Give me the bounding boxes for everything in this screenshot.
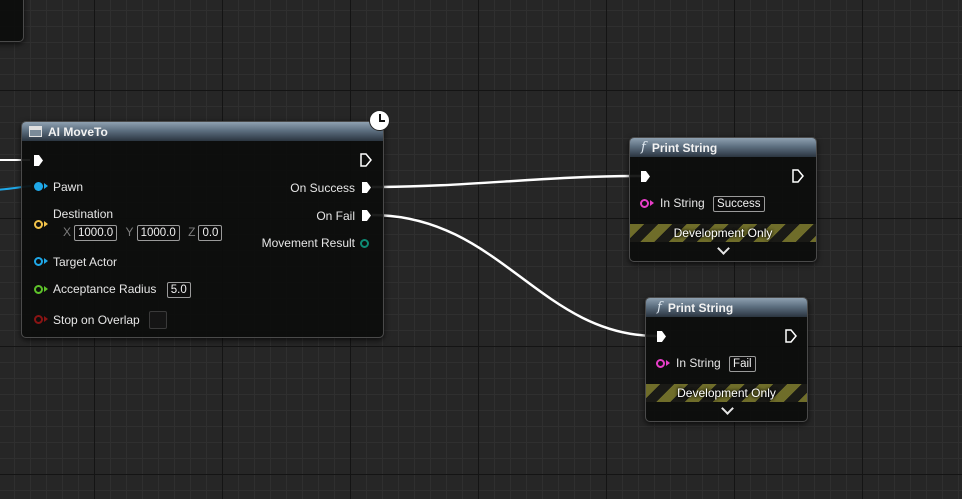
y-axis-label: Y: [125, 225, 134, 239]
print-success-in-string-row: In String Success: [640, 196, 765, 212]
target-actor-row: Target Actor: [34, 255, 117, 269]
acceptance-radius-input[interactable]: 5.0: [166, 282, 191, 298]
print-success-header[interactable]: f Print String: [630, 138, 816, 157]
target-actor-label: Target Actor: [53, 255, 118, 269]
function-icon: f: [641, 140, 646, 155]
chevron-down-icon[interactable]: [720, 402, 734, 415]
exec-wire-success: [371, 174, 642, 189]
acceptance-radius-pin[interactable]: [34, 285, 43, 294]
chevron-down-icon[interactable]: [717, 242, 730, 255]
destination-row: Destination X 1000.0 Y 1000.0 Z 0.0: [34, 207, 223, 241]
print-fail-exec-in[interactable]: [657, 331, 666, 342]
print-string-fail-node[interactable]: f Print String In String Fail Developmen…: [645, 297, 808, 422]
acceptance-radius-row: Acceptance Radius 5.0: [34, 282, 191, 298]
in-string-input[interactable]: Success: [713, 196, 765, 212]
clock-icon: [369, 110, 390, 131]
function-icon: f: [657, 300, 662, 315]
destination-y-input[interactable]: 1000.0: [136, 225, 180, 241]
on-fail-row: On Fail: [316, 209, 371, 223]
print-fail-title: Print String: [667, 300, 734, 315]
destination-pin-arrow: [44, 221, 48, 227]
destination-values: X 1000.0 Y 1000.0 Z 0.0: [58, 225, 223, 241]
print-string-success-node[interactable]: f Print String In String Success Develop…: [629, 137, 817, 262]
acceptance-radius-label: Acceptance Radius: [53, 282, 157, 296]
development-only-banner: Development Only: [646, 384, 807, 402]
development-only-banner: Development Only: [630, 224, 816, 242]
stop-on-overlap-row: Stop on Overlap: [34, 311, 168, 329]
target-actor-pin[interactable]: [34, 257, 43, 266]
ai-moveto-node[interactable]: AI MoveTo Pawn On Success Destination X1…: [21, 121, 384, 338]
in-string-pin-arrow: [666, 360, 670, 366]
in-string-label: In String: [660, 196, 705, 210]
pawn-pin[interactable]: [34, 182, 43, 191]
offscreen-node[interactable]: [0, 0, 24, 42]
destination-label: Destination: [53, 207, 114, 221]
print-fail-exec-out[interactable]: [785, 329, 797, 343]
ai-moveto-title: AI MoveTo: [48, 124, 108, 139]
z-axis-label: Z: [188, 225, 196, 239]
on-fail-label: On Fail: [316, 209, 355, 223]
target-actor-pin-arrow: [44, 258, 48, 264]
movement-result-label: Movement Result: [261, 236, 355, 250]
in-string-input[interactable]: Fail: [729, 356, 756, 372]
stop-on-overlap-label: Stop on Overlap: [53, 313, 140, 327]
print-fail-header[interactable]: f Print String: [646, 298, 807, 317]
destination-x-input[interactable]: 1000.0: [74, 225, 118, 241]
exec-out-pin[interactable]: [360, 153, 372, 167]
print-success-title: Print String: [651, 140, 718, 155]
in-string-label: In String: [676, 356, 721, 370]
x-axis-label: X: [63, 225, 72, 239]
in-string-pin[interactable]: [656, 359, 665, 368]
exec-wire-fail: [371, 213, 658, 338]
print-fail-in-string-row: In String Fail: [656, 356, 756, 372]
pawn-row: Pawn: [34, 180, 83, 194]
in-string-pin-arrow: [650, 200, 654, 206]
on-success-pin[interactable]: [362, 182, 371, 193]
stop-on-overlap-pin-arrow: [44, 316, 48, 322]
on-fail-pin[interactable]: [362, 210, 371, 221]
on-success-label: On Success: [290, 181, 355, 195]
print-success-exec-out[interactable]: [792, 169, 804, 183]
stop-on-overlap-checkbox[interactable]: [149, 311, 168, 329]
movement-result-pin[interactable]: [360, 239, 369, 248]
pawn-label: Pawn: [53, 180, 84, 194]
stop-on-overlap-pin[interactable]: [34, 315, 43, 324]
on-success-row: On Success: [290, 181, 371, 195]
node-icon: [29, 126, 42, 137]
movement-result-row: Movement Result: [262, 236, 371, 250]
destination-z-input[interactable]: 0.0: [198, 225, 223, 241]
destination-pin[interactable]: [34, 220, 43, 229]
pawn-pin-arrow: [44, 183, 48, 189]
exec-in-pin[interactable]: [34, 155, 43, 166]
in-string-pin[interactable]: [640, 199, 649, 208]
print-success-exec-in[interactable]: [641, 171, 650, 182]
ai-moveto-header[interactable]: AI MoveTo: [22, 122, 383, 141]
acceptance-radius-pin-arrow: [44, 286, 48, 292]
